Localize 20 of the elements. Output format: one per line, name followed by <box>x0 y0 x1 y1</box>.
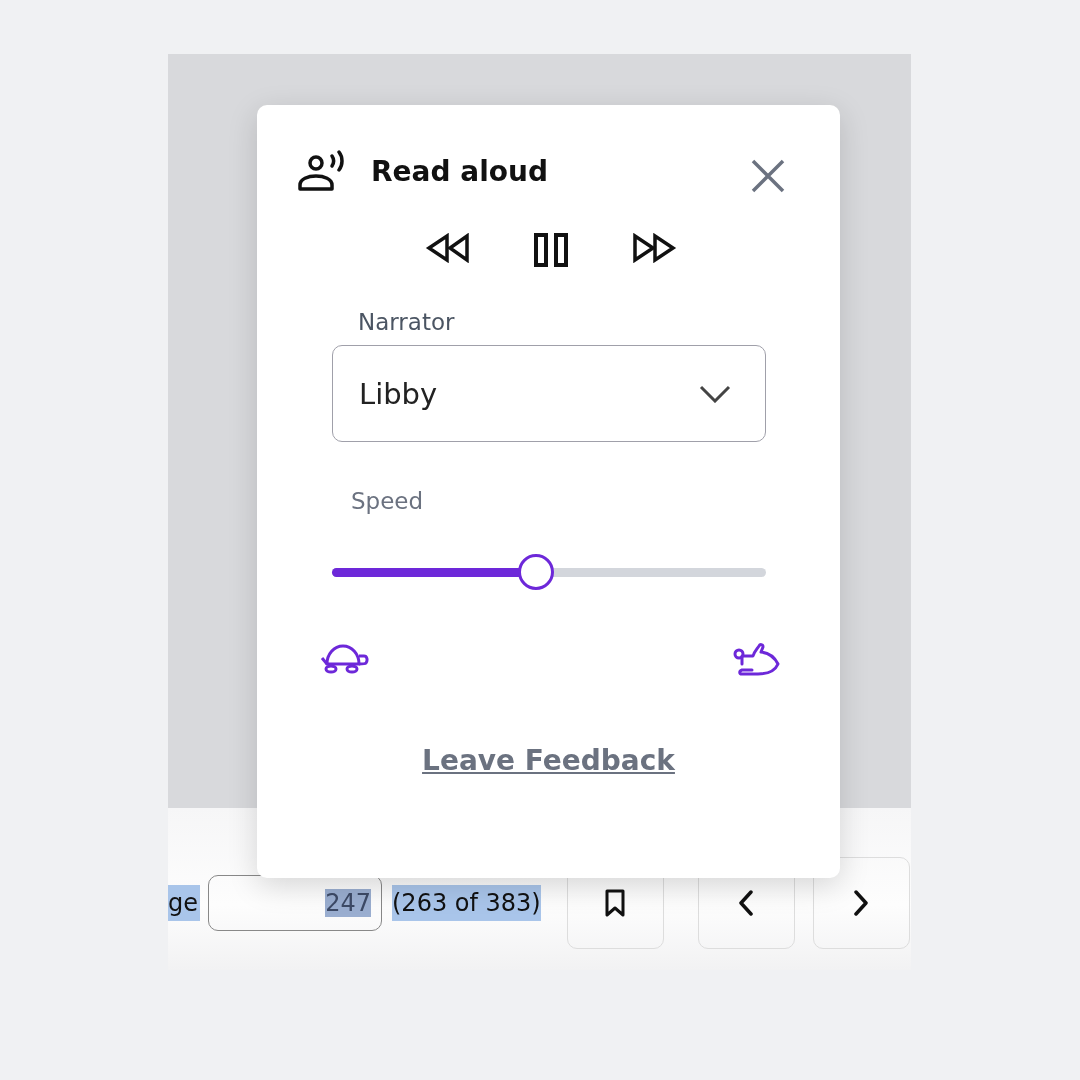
leave-feedback-link[interactable]: Leave Feedback <box>422 744 675 777</box>
dialog-title: Read aloud <box>371 154 548 188</box>
bookmark-icon <box>604 889 627 917</box>
page-count: (263 of 383) <box>392 885 541 921</box>
slider-thumb[interactable] <box>517 554 554 590</box>
chevron-right-icon <box>853 890 870 916</box>
close-icon <box>751 159 785 193</box>
pause-icon <box>532 233 569 267</box>
chevron-down-icon <box>699 384 731 403</box>
narrator-dropdown[interactable]: Libby <box>332 345 766 442</box>
narrator-label: Narrator <box>358 309 456 335</box>
rewind-icon <box>424 233 471 263</box>
turtle-icon <box>319 642 369 676</box>
rabbit-icon <box>732 642 782 678</box>
chevron-left-icon <box>738 890 755 916</box>
close-button[interactable] <box>751 159 785 193</box>
pause-button[interactable] <box>532 233 569 267</box>
page-label: ge <box>168 885 200 921</box>
fast-forward-icon <box>630 233 677 263</box>
speed-label: Speed <box>351 488 425 514</box>
